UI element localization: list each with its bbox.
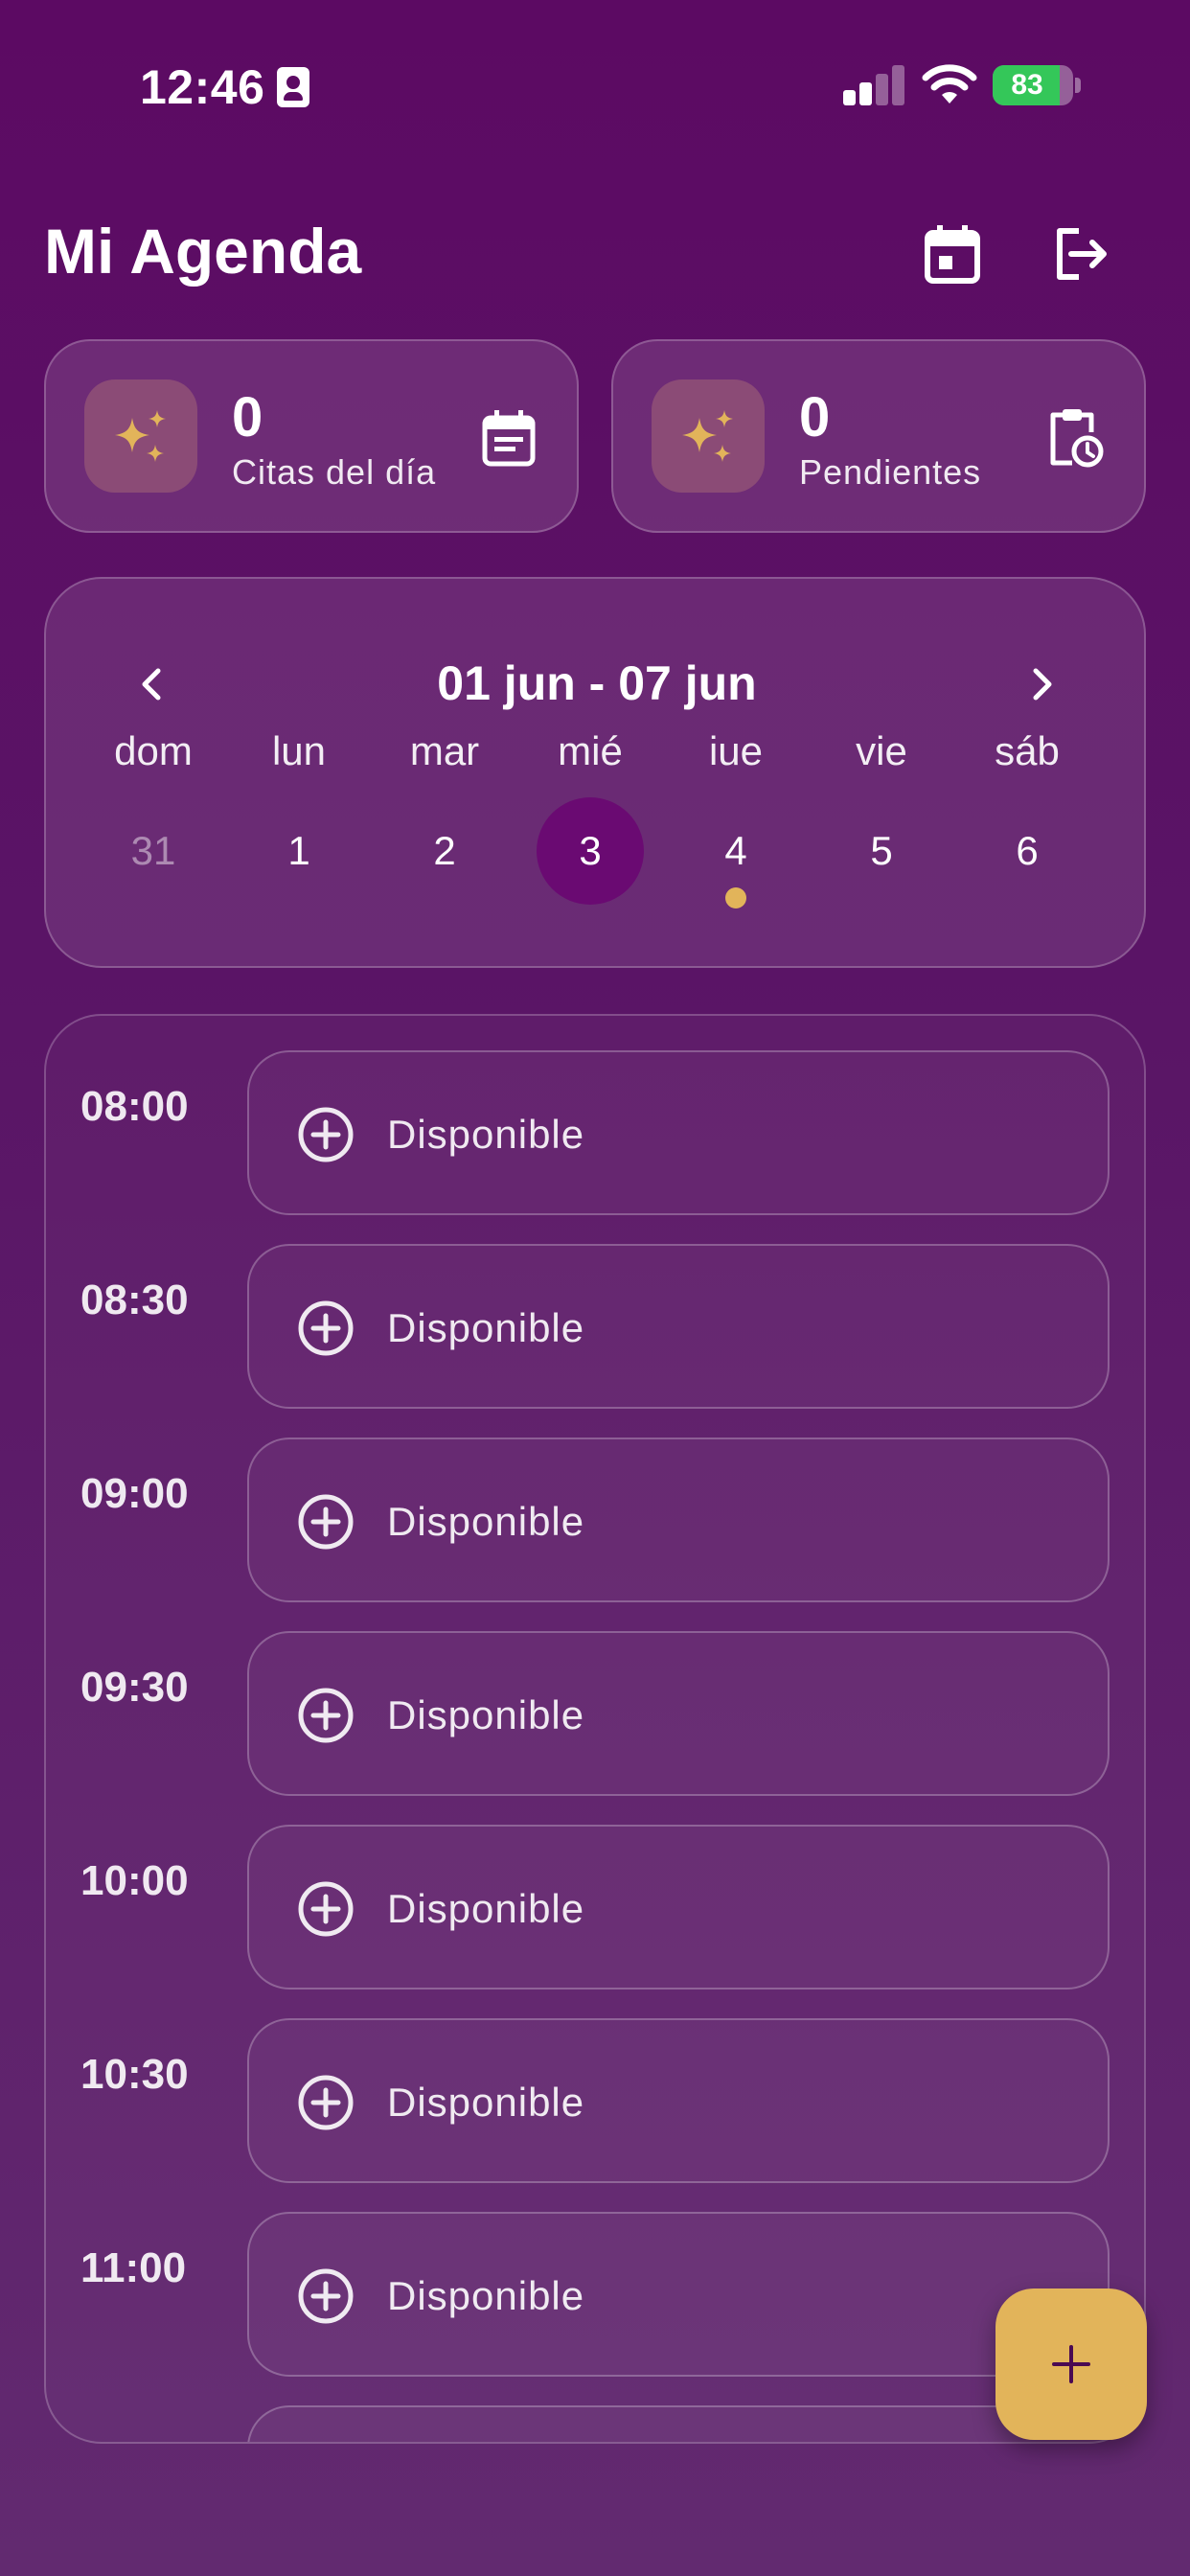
slot-time: 09:30 bbox=[80, 1664, 189, 1711]
add-circle-icon bbox=[298, 2075, 354, 2130]
add-circle-icon bbox=[298, 2268, 354, 2324]
add-appointment-button[interactable] bbox=[995, 2288, 1147, 2440]
time-slot-list[interactable]: 08:00 Disponible 08:30 Disponible 09:00 … bbox=[44, 1014, 1146, 2444]
week-calendar: 01 jun - 07 jun dom 31 lun 1 mar 2 mié 3… bbox=[44, 577, 1146, 968]
slot-time: 10:00 bbox=[80, 1857, 189, 1904]
calendar-day[interactable]: mar 2 bbox=[372, 723, 517, 905]
slot-time: 10:30 bbox=[80, 2051, 189, 2098]
add-circle-icon bbox=[298, 1688, 354, 1743]
day-number: 1 bbox=[287, 828, 310, 873]
day-number: 2 bbox=[433, 828, 456, 873]
battery-cap bbox=[1075, 78, 1081, 93]
day-of-week-label: iue bbox=[708, 728, 764, 773]
available-slot-button[interactable]: Disponible bbox=[247, 2018, 1110, 2183]
cellular-signal-icon bbox=[843, 63, 906, 105]
stat-label: Pendientes bbox=[799, 452, 982, 492]
id-card-icon bbox=[277, 67, 309, 107]
status-time: 12:46 bbox=[140, 60, 265, 114]
slot-status-label: Disponible bbox=[387, 2080, 585, 2125]
event-note-icon bbox=[477, 404, 540, 472]
available-slot-button[interactable]: Disponible bbox=[247, 2212, 1110, 2377]
slot-status-label: Disponible bbox=[387, 1692, 585, 1737]
add-circle-icon bbox=[298, 1494, 354, 1550]
calendar-day[interactable]: vie 5 bbox=[809, 723, 954, 905]
day-of-week-label: mar bbox=[409, 728, 480, 773]
time-slot: 08:00 Disponible bbox=[46, 1016, 1144, 1215]
chevron-right-icon bbox=[1033, 668, 1052, 701]
calendar-day-selected[interactable]: mié 3 bbox=[517, 723, 663, 905]
calendar-day[interactable]: iue 4 bbox=[663, 723, 809, 908]
calendar-day[interactable]: dom 31 bbox=[80, 723, 226, 905]
time-slot: 08:30 Disponible bbox=[46, 1209, 1144, 1409]
day-of-week-label: dom bbox=[114, 728, 193, 773]
battery-percent: 83 bbox=[1011, 69, 1043, 101]
time-slot: 10:00 Disponible bbox=[46, 1790, 1144, 1990]
calendar-day[interactable]: lun 1 bbox=[226, 723, 372, 905]
stat-label: Citas del día bbox=[232, 452, 437, 492]
slot-status-label: Disponible bbox=[387, 1305, 585, 1350]
slot-time: 09:00 bbox=[80, 1470, 189, 1517]
page-title: Mi Agenda bbox=[44, 216, 362, 287]
day-of-week-label: vie bbox=[856, 728, 907, 773]
stat-card-appointments-today[interactable]: 0 Citas del día bbox=[44, 339, 579, 533]
battery-charging-icon: 83 bbox=[993, 65, 1073, 105]
status-bar: 12:46 83 bbox=[0, 0, 1190, 172]
slot-time: 08:30 bbox=[80, 1276, 189, 1323]
calendar-day[interactable]: sáb 6 bbox=[954, 723, 1100, 905]
stat-value: 0 bbox=[799, 386, 831, 448]
slot-status-label: Disponible bbox=[387, 1499, 585, 1544]
stat-icon-box bbox=[84, 380, 197, 493]
slot-time: 11:00 bbox=[80, 2244, 187, 2291]
day-number: 3 bbox=[537, 797, 644, 905]
logout-button[interactable] bbox=[1042, 216, 1119, 292]
available-slot-button[interactable] bbox=[247, 2405, 1110, 2442]
time-slot: 11:00 Disponible bbox=[46, 2177, 1144, 2377]
clipboard-clock-icon bbox=[1044, 404, 1108, 472]
available-slot-button[interactable]: Disponible bbox=[247, 1438, 1110, 1602]
available-slot-button[interactable]: Disponible bbox=[247, 1050, 1110, 1215]
available-slot-button[interactable]: Disponible bbox=[247, 1825, 1110, 1990]
stat-icon-box bbox=[652, 380, 765, 493]
week-range-label: 01 jun - 07 jun bbox=[437, 656, 757, 710]
calendar-icon bbox=[925, 225, 980, 284]
available-slot-button[interactable]: Disponible bbox=[247, 1244, 1110, 1409]
day-of-week-label: lun bbox=[271, 728, 327, 773]
stat-value: 0 bbox=[232, 386, 263, 448]
time-slot: 09:00 Disponible bbox=[46, 1403, 1144, 1602]
next-week-button[interactable] bbox=[1014, 656, 1071, 713]
day-number: 31 bbox=[130, 828, 176, 873]
sparkles-icon bbox=[115, 410, 166, 462]
logout-icon bbox=[1057, 228, 1107, 280]
add-circle-icon bbox=[298, 1300, 354, 1356]
time-slot: 09:30 Disponible bbox=[46, 1597, 1144, 1796]
day-number: 5 bbox=[870, 828, 893, 873]
slot-status-label: Disponible bbox=[387, 2273, 585, 2318]
add-circle-icon bbox=[298, 1881, 354, 1937]
day-number: 6 bbox=[1016, 828, 1039, 873]
time-slot-partial bbox=[46, 2371, 1144, 2442]
day-of-week-label: mié bbox=[558, 728, 623, 773]
slot-status-label: Disponible bbox=[387, 1112, 585, 1157]
sparkles-icon bbox=[682, 410, 733, 462]
slot-time: 08:00 bbox=[80, 1083, 189, 1130]
calendar-button[interactable] bbox=[914, 216, 991, 292]
day-of-week-label: sáb bbox=[995, 728, 1060, 773]
available-slot-button[interactable]: Disponible bbox=[247, 1631, 1110, 1796]
time-slot: 10:30 Disponible bbox=[46, 1984, 1144, 2183]
add-circle-icon bbox=[298, 1107, 354, 1162]
wifi-icon bbox=[922, 64, 977, 104]
plus-icon bbox=[1052, 2345, 1090, 2383]
stat-card-pending[interactable]: 0 Pendientes bbox=[611, 339, 1146, 533]
slot-status-label: Disponible bbox=[387, 1886, 585, 1931]
